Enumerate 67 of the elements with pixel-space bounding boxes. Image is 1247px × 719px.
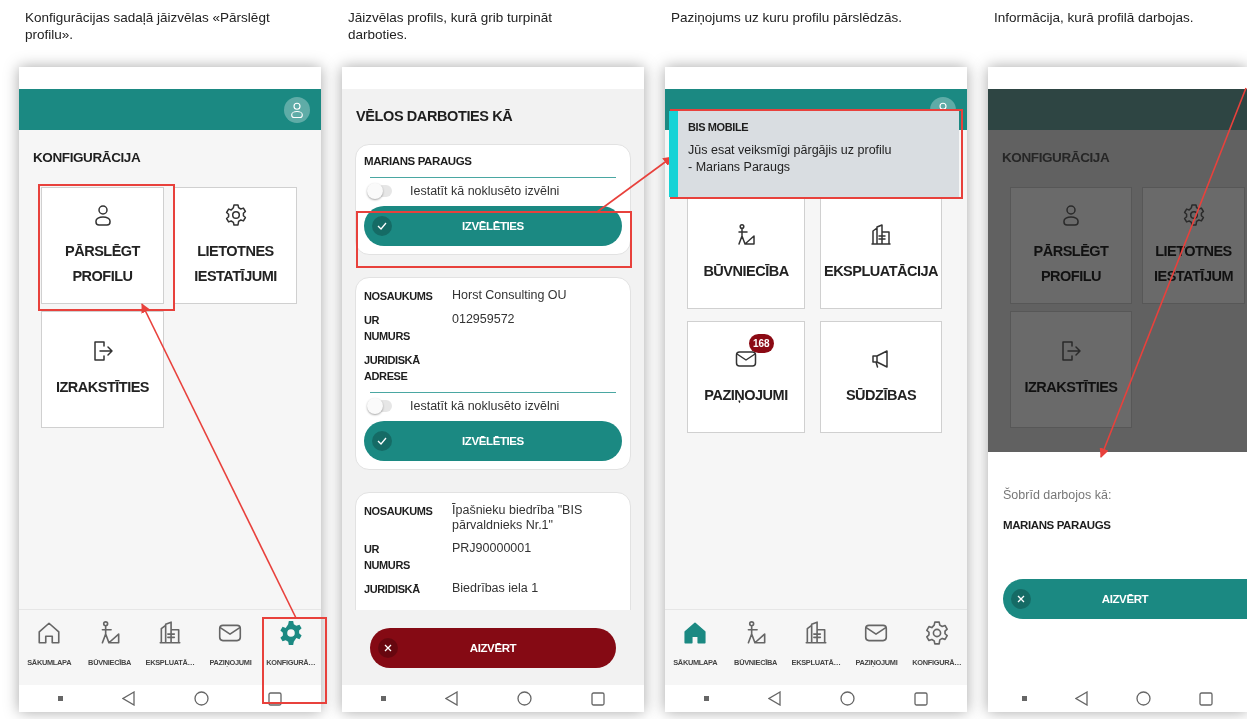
buildings-icon (869, 222, 893, 247)
back-icon[interactable] (445, 691, 459, 706)
page-title: KONFIGURĀCIJA (32, 149, 142, 165)
field-value: Īpašnieku biedrība "BIS pārvaldnieks Nr.1" (452, 503, 584, 533)
buildings-icon (803, 620, 829, 646)
person-icon (288, 100, 306, 119)
home-icon (682, 620, 709, 646)
recents-icon[interactable] (590, 691, 605, 706)
recents-icon[interactable] (267, 691, 282, 706)
menu-tile[interactable]: PĀRSLĒGT PROFILU (41, 187, 164, 304)
settings-icon (223, 202, 248, 227)
field-label: NOSAUKUMS (364, 504, 434, 519)
notification-message: Jūs esat veiksmīgi pārgājis uz profilu - Marians Paraugs (688, 142, 893, 176)
field-value: Biedrības iela 1 (452, 581, 539, 597)
sheet-label: Šobrīd darbojos kā: (1003, 488, 1113, 502)
field-label: UR NUMURS (364, 542, 411, 573)
step-caption: Paziņojums uz kuru profilu pārslēdzās. (670, 9, 904, 27)
field-label: NOSAUKUMS (364, 289, 434, 304)
field-label: JURIDISKĀ ADRESE (364, 353, 421, 384)
settings-icon (1181, 202, 1206, 227)
notification-title: BIS MOBILE (688, 121, 750, 133)
menu-tile[interactable]: LIETOTNES IESTATĪJUMI (174, 187, 297, 304)
menu-tile[interactable]: BŪVNIECĪBA (687, 197, 805, 309)
menu-tile[interactable]: EKSPLUATĀCIJA (820, 197, 942, 309)
recents-icon[interactable] (913, 691, 928, 706)
back-icon[interactable] (122, 691, 136, 706)
step-caption: Jāizvēlas profils, kurā grib turpināt darboties. (347, 9, 554, 44)
home-circle-icon[interactable] (1136, 691, 1151, 706)
field-label: UR NUMURS (364, 313, 411, 344)
back-icon[interactable] (768, 691, 782, 706)
select-button[interactable]: IZVĒLĒTIES (364, 206, 622, 246)
check-icon (377, 437, 387, 445)
count-badge: 168 (749, 333, 774, 353)
settings-icon (923, 620, 950, 646)
page-title: KONFIGURĀCIJA (1001, 149, 1111, 165)
field-value: 012959572 (452, 312, 515, 328)
current-profile: MARIANS PARAUGS (1003, 519, 1112, 531)
profile-avatar[interactable] (284, 96, 310, 123)
buildings-icon (157, 620, 183, 646)
menu-tile[interactable]: IZRAKSTĪTIES (41, 311, 164, 428)
home-circle-icon[interactable] (516, 691, 532, 706)
close-icon (384, 643, 392, 652)
close-icon (1017, 595, 1025, 603)
menu-tile[interactable]: SŪDZĪBAS (820, 321, 942, 433)
menu-tile[interactable]: 168 PAZIŅOJUMI (687, 321, 805, 433)
close-button[interactable]: AIZVĒRT (1003, 579, 1247, 619)
close-button[interactable]: AIZVĒRT (370, 627, 616, 668)
settings-icon (277, 620, 304, 646)
logout-icon (1059, 339, 1083, 363)
toggle-switch[interactable] (368, 400, 392, 412)
home-circle-icon[interactable] (839, 691, 855, 706)
check-icon (377, 222, 387, 230)
recents-icon[interactable] (1199, 691, 1213, 706)
page-title: VĒLOS DARBOTIES KĀ (355, 107, 514, 126)
field-label: JURIDISKĀ (364, 582, 421, 597)
profile-name: MARIANS PARAUGS (364, 155, 473, 167)
step-caption: Konfigurācijas sadaļā jāizvēlas «Pārslēgt profilu». (24, 9, 271, 44)
home-icon (36, 620, 63, 646)
select-button[interactable]: IZVĒLĒTIES (364, 421, 622, 461)
toggle-switch[interactable] (368, 185, 392, 197)
toggle-label: Iestatīt kā noklusēto izvēlni (410, 184, 560, 198)
home-circle-icon[interactable] (193, 691, 209, 706)
field-value: PRJ90000001 (452, 541, 532, 557)
step-caption: Informācija, kurā profilā darbojas. (993, 9, 1195, 27)
back-icon[interactable] (1075, 691, 1088, 706)
field-value: Horst Consulting OU (452, 288, 567, 304)
toggle-label: Iestatīt kā noklusēto izvēlni (410, 399, 560, 413)
